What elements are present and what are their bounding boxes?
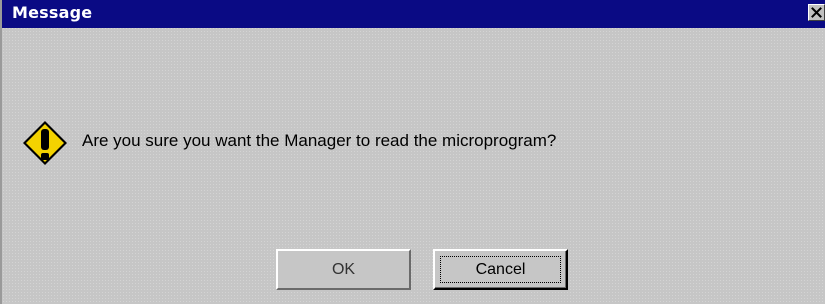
window-title: Message [12,3,93,22]
cancel-button[interactable]: Cancel [433,249,568,290]
title-bar[interactable]: Message [2,0,825,28]
close-button[interactable] [808,4,825,21]
ok-button[interactable]: OK [276,249,411,290]
warning-icon [23,121,67,165]
close-icon [811,7,822,18]
ok-button-label: OK [331,260,356,278]
dialog-message: Are you sure you want the Manager to rea… [82,131,557,150]
message-dialog: Message Are you sure you want the Manage… [0,0,825,304]
focus-ring [440,256,561,283]
